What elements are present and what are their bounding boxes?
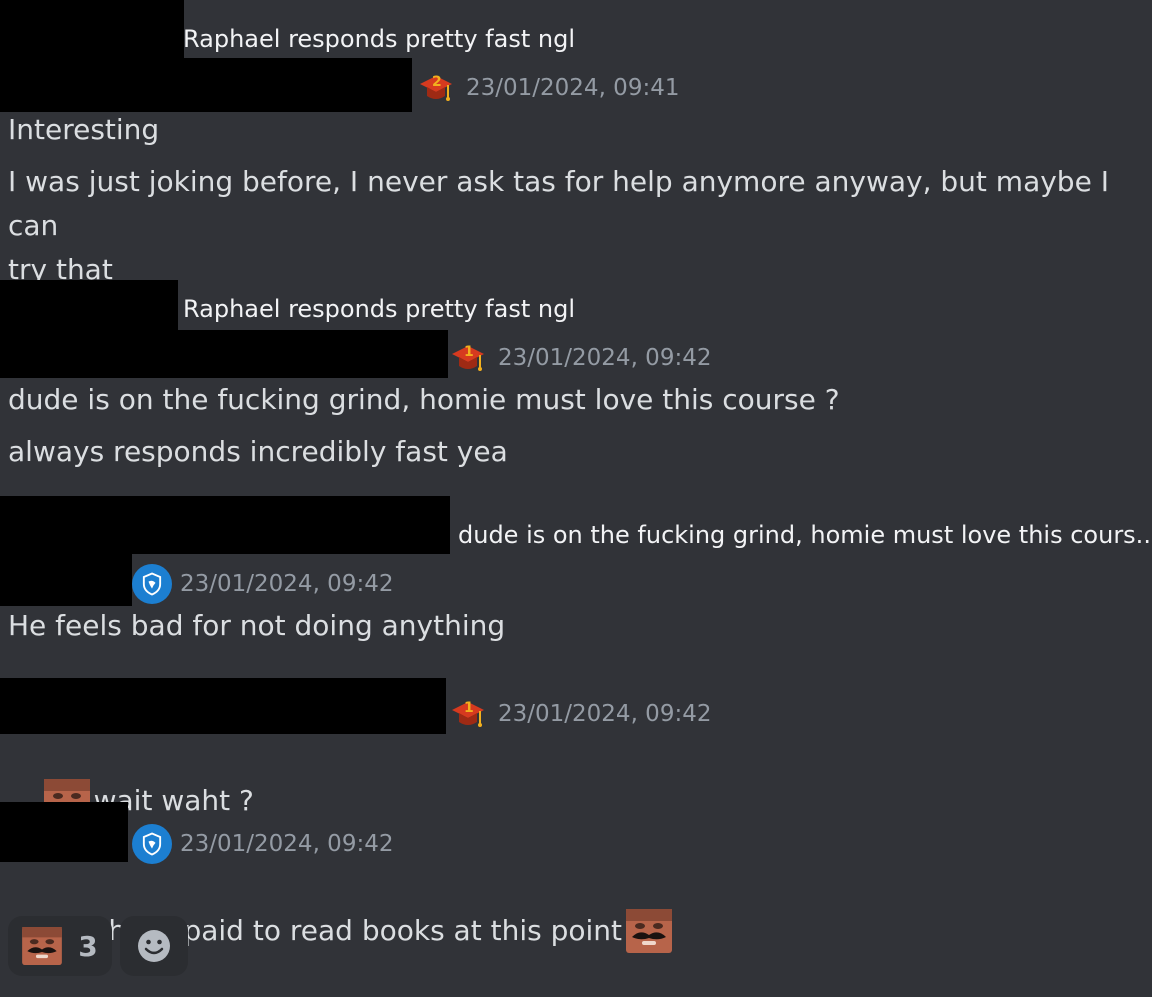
message-text: I was just joking before, I never ask ta… [8,165,1109,286]
message-header: 23/01/2024, 09:42 [132,824,393,864]
add-reaction-button[interactable] [120,916,188,976]
message-text: dude is on the fucking grind, homie must… [8,383,840,416]
blue-crest-icon [132,824,172,864]
graduation-cap-1-icon: 1 [450,344,486,376]
timestamp: 23/01/2024, 09:41 [466,75,680,101]
svg-text:1: 1 [464,344,474,360]
reply-preview[interactable]: Raphael responds pretty fast ngl [183,294,575,324]
redacted-avatar [0,0,184,58]
message-header: 1 23/01/2024, 09:42 [450,696,711,732]
message-text: Interesting [8,113,160,146]
message-header: 23/01/2024, 09:42 [132,564,393,604]
redacted-avatar [0,280,178,330]
graduation-cap-1-icon: 1 [450,700,486,732]
redacted-avatar [0,802,128,862]
graduation-cap-2-icon: 2 [418,74,454,106]
timestamp: 23/01/2024, 09:42 [498,345,712,371]
timestamp: 23/01/2024, 09:42 [498,701,712,727]
add-reaction-smiley-icon [138,930,170,962]
reaction-count: 3 [78,929,98,963]
message-header: 1 23/01/2024, 09:42 [450,340,711,376]
message-header: 2 23/01/2024, 09:41 [418,70,679,106]
redacted-username [0,678,446,734]
redacted-username [0,496,450,554]
timestamp: 23/01/2024, 09:42 [180,571,394,597]
svg-text:2: 2 [432,74,442,90]
message-text: He feels bad for not doing anything [8,609,506,642]
blue-crest-icon [132,564,172,604]
message-text: always responds incredibly fast yea [8,435,508,468]
reply-preview[interactable]: Raphael responds pretty fast ngl [183,24,575,54]
redacted-username [0,330,448,378]
timestamp: 23/01/2024, 09:42 [180,831,394,857]
mustache-man-emoji [626,909,672,953]
redacted-avatar [0,554,132,606]
redacted-username [0,58,412,112]
reply-preview[interactable]: dude is on the fucking grind, homie must… [458,520,1152,550]
svg-text:1: 1 [464,700,474,716]
reaction-button[interactable]: 3 [8,916,112,976]
mustache-man-emoji [22,927,62,965]
